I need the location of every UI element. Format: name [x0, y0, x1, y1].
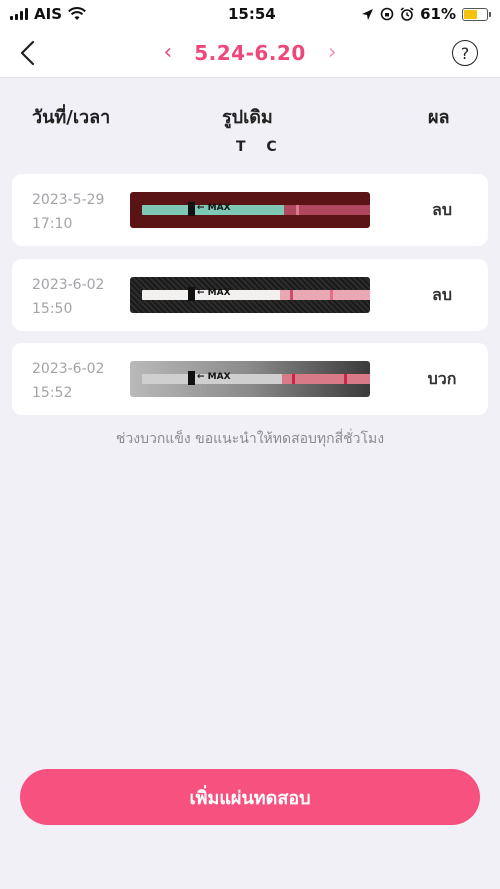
question-icon: ?	[460, 43, 470, 63]
signal-icon	[10, 8, 28, 20]
battery-icon	[462, 7, 491, 21]
strip-max-marker	[188, 202, 195, 216]
row-result: ลบ	[432, 284, 452, 304]
row-time: 17:10	[32, 216, 73, 232]
status-bar: AIS 15:54 61%	[0, 0, 500, 28]
tc-label: T C	[236, 139, 285, 155]
alarm-icon	[400, 7, 414, 21]
column-header-original-image: รูปเดิม	[222, 107, 273, 128]
prev-range-button[interactable]: ‹	[163, 40, 172, 65]
row-date: 2023-6-02	[32, 361, 105, 377]
add-test-strip-button[interactable]: เพิ่มแผ่นทดสอบ	[20, 769, 480, 825]
strip-max-label: ← MAX	[197, 203, 231, 213]
column-header-result: ผล	[428, 107, 450, 128]
test-strip-image[interactable]: ← MAX	[130, 361, 370, 397]
strip-max-label: ← MAX	[197, 372, 231, 382]
carrier-label: AIS	[34, 5, 62, 23]
row-time: 15:50	[32, 301, 73, 317]
row-result: ลบ	[432, 199, 452, 219]
row-date: 2023-5-29	[32, 192, 105, 208]
wifi-icon	[68, 7, 86, 20]
test-row[interactable]: 2023-6-02 15:50 ← MAX ลบ	[12, 259, 488, 331]
back-button[interactable]	[14, 38, 40, 68]
date-range-selector: ‹ 5.24-6.20 ›	[163, 40, 336, 65]
column-header-date-time: วันที่/เวลา	[32, 107, 111, 128]
strip-test-line	[290, 290, 293, 300]
strip-max-marker	[188, 371, 195, 385]
battery-percent: 61%	[420, 5, 456, 23]
strip-test-line	[292, 374, 295, 384]
strip-reaction-pad	[282, 374, 370, 384]
chevron-left-icon	[20, 40, 35, 66]
row-datetime: 2023-5-29 17:10	[32, 188, 104, 236]
location-arrow-icon	[362, 8, 374, 20]
test-strip-image[interactable]: ← MAX	[130, 277, 370, 313]
row-time: 15:52	[32, 385, 73, 401]
rotation-lock-icon	[380, 7, 394, 21]
clock: 15:54	[228, 5, 276, 23]
test-strip-image[interactable]: ← MAX	[130, 192, 370, 228]
strip-reaction-pad	[280, 290, 370, 300]
test-row[interactable]: 2023-5-29 17:10 ← MAX ลบ	[12, 174, 488, 246]
nav-bar: ‹ 5.24-6.20 › ?	[0, 28, 500, 78]
row-result: บวก	[427, 368, 457, 388]
testing-hint: ช่วงบวกแข็ง ขอแนะนำให้ทดสอบทุกสี่ชั่วโมง	[115, 431, 385, 447]
status-right: 61%	[361, 5, 491, 23]
test-row[interactable]: 2023-6-02 15:52 ← MAX บวก	[12, 343, 488, 415]
help-button[interactable]: ?	[452, 40, 478, 66]
status-left: AIS	[10, 5, 86, 23]
strip-max-marker	[188, 287, 195, 301]
battery-fill	[464, 9, 478, 19]
strip-control-line	[330, 290, 333, 300]
row-datetime: 2023-6-02 15:50	[32, 273, 104, 321]
row-date: 2023-6-02	[32, 277, 105, 293]
date-range-label: 5.24-6.20	[194, 40, 306, 65]
next-range-button[interactable]: ›	[328, 40, 337, 65]
row-datetime: 2023-6-02 15:52	[32, 357, 104, 405]
strip-max-label: ← MAX	[197, 288, 231, 298]
strip-test-line	[296, 205, 299, 215]
strip-control-line	[344, 374, 347, 384]
